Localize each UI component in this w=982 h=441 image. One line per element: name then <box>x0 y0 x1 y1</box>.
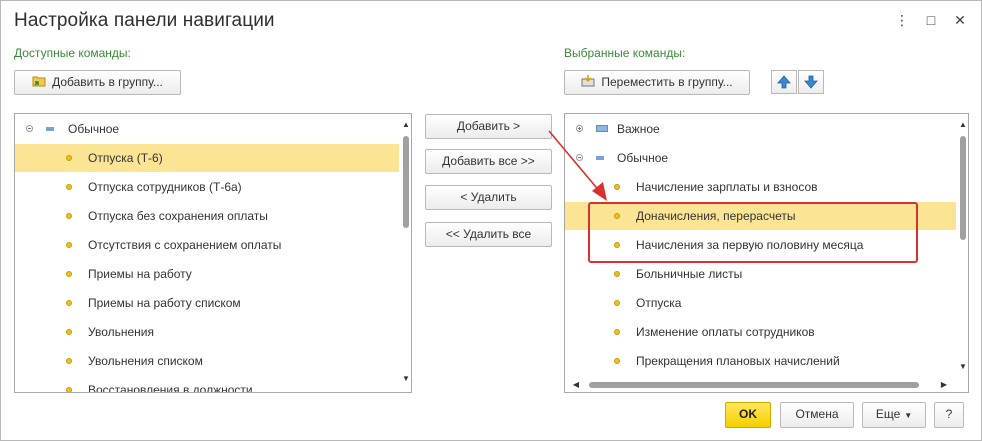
arrow-down-icon <box>804 75 818 89</box>
tree-item-row[interactable]: Увольнения <box>15 318 399 346</box>
add-to-group-label: Добавить в группу... <box>52 75 163 89</box>
move-to-group-button[interactable]: Переместить в группу... <box>564 70 750 95</box>
tree-row-label: Увольнения списком <box>88 354 203 368</box>
scroll-thumb[interactable] <box>403 136 409 228</box>
annotation-arrow-icon <box>548 130 607 201</box>
tree-row-label: Увольнения <box>88 325 154 339</box>
tree-item-row[interactable]: Отпуска без сохранения оплаты <box>15 202 399 230</box>
move-to-group-icon <box>581 72 595 94</box>
tree-item-row[interactable]: Изменение оплаты сотрудников <box>565 318 956 346</box>
caret-down-icon: ▼ <box>904 411 913 420</box>
more-button-label: Еще <box>875 407 901 421</box>
help-button[interactable]: ? <box>934 402 964 428</box>
remove-button[interactable]: < Удалить <box>425 185 552 210</box>
command-dot-icon <box>66 213 72 219</box>
command-dot-icon <box>66 329 72 335</box>
tree-row-label: Приемы на работу <box>88 267 192 281</box>
tree-row-label: Восстановления в должности <box>88 383 253 393</box>
tree-row-label: Обычное <box>68 122 120 136</box>
maximize-icon[interactable]: □ <box>920 9 942 31</box>
command-dot-icon <box>66 271 72 277</box>
dialog-title: Настройка панели навигации <box>14 10 275 31</box>
command-dot-icon <box>614 329 620 335</box>
tree-group-row[interactable]: Обычное <box>565 144 956 172</box>
tree-group-row[interactable]: Важное <box>565 115 956 143</box>
collapse-icon[interactable] <box>26 125 33 132</box>
arrow-up-icon <box>777 75 791 89</box>
scroll-right-arrow-icon[interactable]: ▶ <box>939 380 949 390</box>
add-to-group-icon <box>32 72 46 94</box>
tree-row-label: Отпуска <box>636 296 682 310</box>
cancel-button[interactable]: Отмена <box>780 402 854 428</box>
available-vscrollbar[interactable]: ▲ ▼ <box>401 114 411 392</box>
selected-commands-label: Выбранные команды: <box>564 46 686 60</box>
scroll-left-arrow-icon[interactable]: ◀ <box>571 380 581 390</box>
command-dot-icon <box>614 358 620 364</box>
more-menu-icon[interactable]: ⋮ <box>891 9 913 31</box>
tree-row-label: Начисление зарплаты и взносов <box>636 180 818 194</box>
scroll-thumb[interactable] <box>960 136 966 240</box>
command-dot-icon <box>614 271 620 277</box>
add-all-button[interactable]: Добавить все >> <box>425 149 552 174</box>
tree-item-row[interactable]: Начисление зарплаты и взносов <box>565 173 956 201</box>
tree-item-row[interactable]: Отсутствия с сохранением оплаты <box>15 231 399 259</box>
tree-item-row[interactable]: Отпуска <box>565 289 956 317</box>
tree-row-label: Отпуска (Т-6) <box>88 151 163 165</box>
tree-item-row[interactable]: Отпуска (Т-6) <box>15 144 399 172</box>
command-dot-icon <box>614 300 620 306</box>
available-commands-tree[interactable]: Обычное Отпуска (Т-6) Отпуска сотрудников … <box>14 113 412 393</box>
tree-row-label: Прекращения плановых начислений <box>636 354 840 368</box>
tree-row-label: Обычное <box>617 151 669 165</box>
tree-item-row[interactable]: Увольнения списком <box>15 347 399 375</box>
tree-row-label: Важное <box>617 122 660 136</box>
close-icon[interactable]: ✕ <box>949 9 971 31</box>
tree-item-row[interactable]: Восстановления в должности <box>15 376 399 393</box>
tree-item-row[interactable]: Отпуска сотрудников (Т-6а) <box>15 173 399 201</box>
more-button[interactable]: Еще ▼ <box>862 402 926 428</box>
tree-row-label: Отпуска сотрудников (Т-6а) <box>88 180 242 194</box>
add-to-group-button[interactable]: Добавить в группу... <box>14 70 181 95</box>
tree-item-row[interactable]: Приемы на работу <box>15 260 399 288</box>
remove-all-button[interactable]: << Удалить все <box>425 222 552 247</box>
ok-button[interactable]: OK <box>725 402 771 428</box>
command-dot-icon <box>66 184 72 190</box>
dialog-window: Настройка панели навигации ⋮ □ ✕ Доступн… <box>0 0 982 441</box>
tree-item-row[interactable]: Прекращения плановых начислений <box>565 347 956 375</box>
tree-item-row[interactable]: Приемы на работу списком <box>15 289 399 317</box>
highlight-annotation-box <box>588 202 918 263</box>
selected-vscrollbar[interactable]: ▲ ▼ <box>958 114 968 380</box>
tree-row-label: Больничные листы <box>636 267 743 281</box>
scroll-thumb[interactable] <box>589 382 919 388</box>
tree-row-label: Изменение оплаты сотрудников <box>636 325 815 339</box>
command-dot-icon <box>66 242 72 248</box>
command-dot-icon <box>66 155 72 161</box>
add-button[interactable]: Добавить > <box>425 114 552 139</box>
tree-group-row[interactable]: Обычное <box>15 115 399 143</box>
move-up-button[interactable] <box>771 70 797 94</box>
scroll-up-arrow-icon[interactable]: ▲ <box>401 120 411 130</box>
command-dot-icon <box>66 300 72 306</box>
command-dot-icon <box>66 387 72 392</box>
group-icon <box>46 127 54 131</box>
tree-row-label: Приемы на работу списком <box>88 296 241 310</box>
tree-row-label: Отсутствия с сохранением оплаты <box>88 238 282 252</box>
available-commands-label: Доступные команды: <box>14 46 131 60</box>
selected-hscrollbar[interactable]: ◀ ▶ <box>565 380 958 390</box>
scroll-down-arrow-icon[interactable]: ▼ <box>401 374 411 384</box>
command-dot-icon <box>66 358 72 364</box>
scroll-up-arrow-icon[interactable]: ▲ <box>958 120 968 130</box>
move-down-button[interactable] <box>798 70 824 94</box>
scroll-down-arrow-icon[interactable]: ▼ <box>958 362 968 372</box>
tree-row-label: Отпуска без сохранения оплаты <box>88 209 268 223</box>
tree-item-row[interactable]: Больничные листы <box>565 260 956 288</box>
move-to-group-label: Переместить в группу... <box>601 75 733 89</box>
